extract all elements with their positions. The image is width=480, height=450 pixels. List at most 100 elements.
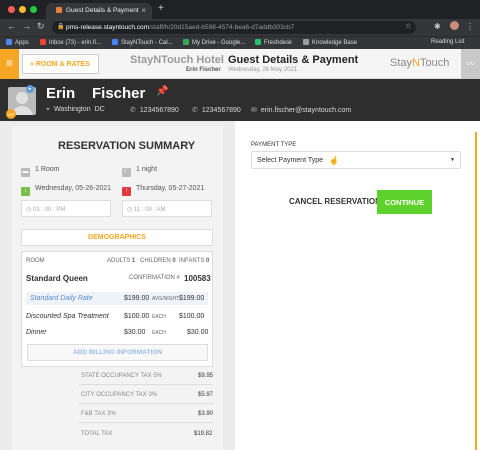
favicon-icon (56, 7, 62, 13)
url-host: pms-release.stayntouch.com (66, 24, 150, 31)
confirmation-number: 100583 (184, 274, 211, 283)
divider (79, 422, 213, 423)
reading-list[interactable]: Reading List (431, 39, 464, 45)
minimize-window-icon[interactable] (19, 6, 26, 13)
divider (79, 403, 213, 404)
pin-icon[interactable]: 📌 (156, 86, 168, 97)
cancel-reservation-button[interactable]: CANCEL RESERVATION (289, 197, 381, 206)
room-type: Standard Queen (26, 274, 88, 283)
guest-last-name[interactable]: Fischer (92, 85, 145, 102)
bookmark-calendar[interactable]: StayNTouch - Cal... (112, 39, 173, 46)
forward-icon[interactable]: → (22, 21, 31, 31)
bookmark-label: Inbox (73) - erin.fi... (49, 40, 102, 46)
close-tab-icon[interactable]: × (141, 6, 146, 15)
children-count: CHILDREN 0 (140, 258, 176, 264)
tax-name: STATE OCCUPANCY TAX 5% (81, 373, 163, 379)
close-window-icon[interactable] (8, 6, 15, 13)
hamburger-menu-icon[interactable]: ≡ (0, 49, 19, 79)
url-path: /staff/h/20d15aed-b598-4574-bea6-d7addb3… (149, 24, 295, 31)
bookmark-label: StayNTouch - Cal... (121, 40, 173, 46)
bookmark-label: Apps (15, 40, 29, 46)
line-name: Dinner (26, 329, 47, 336)
bookmark-drive[interactable]: My Drive - Google... (183, 39, 245, 46)
line-unit: AVG/NIGHT (152, 296, 180, 302)
bed-icon: ▬ (21, 168, 30, 177)
line-total: $30.00 (187, 329, 209, 336)
browser-tab[interactable]: Guest Details & Payment × (46, 3, 152, 19)
total-tax-value: $19.82 (194, 431, 213, 437)
line-price: $100.00 (124, 313, 150, 320)
payment-type-label: PAYMENT TYPE (251, 142, 297, 148)
line-name: Discounted Spa Treatment (26, 313, 109, 320)
line-price: $199.00 (124, 295, 150, 302)
bookmark-freshdesk[interactable]: Freshdesk (255, 39, 292, 46)
guest-first-name[interactable]: Erin (46, 85, 75, 102)
back-label: ROOM & RATES (35, 61, 90, 68)
infants-value: 0 (206, 258, 210, 264)
browser-menu-icon[interactable]: ⋮ (466, 22, 474, 31)
maximize-window-icon[interactable] (30, 6, 37, 13)
payment-type-value: Select Payment Type (257, 157, 324, 164)
profile-avatar[interactable] (450, 21, 459, 30)
add-billing-button[interactable]: ADD BILLING INFORMATION (27, 344, 208, 361)
demographics-button[interactable]: DEMOGRAPHICS (21, 229, 213, 246)
divider (79, 384, 213, 385)
line-name: Standard Daily Rate (30, 295, 93, 302)
moon-icon: ☾ (122, 168, 131, 177)
phone-value: 1234567890 (201, 107, 241, 114)
guest-location: ⌖ Washington DC (46, 106, 105, 114)
tax-value: $5.97 (198, 392, 214, 398)
lock-icon: 🔒 (57, 24, 65, 30)
scroll-indicator (475, 132, 477, 450)
summary-title: RESERVATION SUMMARY (58, 140, 196, 152)
bookmark-knowledge-base[interactable]: Knowledge Base (303, 39, 357, 46)
payment-type-select[interactable]: Select Payment Type ▼ (251, 151, 461, 169)
app-header: ≡ « ROOM & RATES StayNTouch Hotel Guest … (0, 49, 480, 79)
url-field[interactable]: 🔒 pms-release.stayntouch.com/staff/h/20d… (52, 21, 416, 34)
back-icon[interactable]: ← (7, 21, 16, 31)
bookmarks-bar: Apps Inbox (73) - erin.fi... StayNTouch … (0, 36, 480, 49)
phone-icon: ✆ (192, 107, 198, 114)
freshdesk-icon (255, 39, 261, 45)
vip-icon: VIP (6, 109, 16, 119)
reload-icon[interactable]: ↻ (37, 21, 45, 32)
page-title: Guest Details & Payment (228, 54, 359, 66)
tax-name: F&B TAX 3% (81, 411, 116, 417)
tab-title: Guest Details & Payment (66, 7, 139, 14)
brand-part: Stay (390, 57, 413, 69)
room-label: ROOM (26, 258, 45, 264)
line-unit: EACH (152, 314, 166, 320)
room-rates-back-button[interactable]: « ROOM & RATES (22, 54, 99, 74)
guest-phone-1: ✆ 1234567890 (130, 106, 179, 114)
tax-value: $3.90 (198, 411, 214, 417)
continue-button[interactable]: CONTINUE (377, 190, 432, 214)
bookmark-label: Knowledge Base (312, 40, 358, 46)
guest-phone-2: ✆ 1234567890 (192, 106, 241, 114)
folder-icon (303, 39, 309, 45)
location-icon: ⌖ (46, 106, 50, 113)
infants-label: INFANTS (179, 258, 205, 264)
calendar-icon (112, 39, 118, 45)
guest-state: DC (94, 106, 105, 113)
bookmark-star-icon[interactable]: ☆ (405, 22, 411, 30)
line-unit: EACH (152, 330, 166, 336)
email-value: erin.fischer@stayntouch.com (260, 107, 352, 114)
tax-name: CITY OCCUPANCY TAX 3% (81, 392, 158, 398)
stats-icon[interactable]: 〰 (461, 49, 480, 79)
bookmark-label: My Drive - Google... (192, 40, 246, 46)
arrival-icon: ↓ (21, 187, 30, 196)
room-count-value: 1 Room (35, 166, 60, 173)
extensions-icon[interactable]: ✱ (434, 22, 441, 31)
checkin-time-field[interactable]: ◷ 03 : 00 : PM (21, 200, 111, 217)
checkout-time-field[interactable]: ◷ 11 : 00 : AM (122, 200, 212, 217)
night-count-value: 1 night (136, 166, 158, 173)
apps-icon (6, 39, 12, 45)
bookmark-apps[interactable]: Apps (6, 39, 29, 46)
brand-part: Touch (419, 57, 450, 69)
night-count: ☾ 1 night (122, 166, 157, 177)
new-tab-icon[interactable]: + (158, 3, 164, 14)
bookmark-label: Freshdesk (264, 40, 293, 46)
children-value: 0 (172, 258, 176, 264)
bookmark-inbox[interactable]: Inbox (73) - erin.fi... (40, 39, 101, 46)
phone-value: 1234567890 (139, 107, 179, 114)
